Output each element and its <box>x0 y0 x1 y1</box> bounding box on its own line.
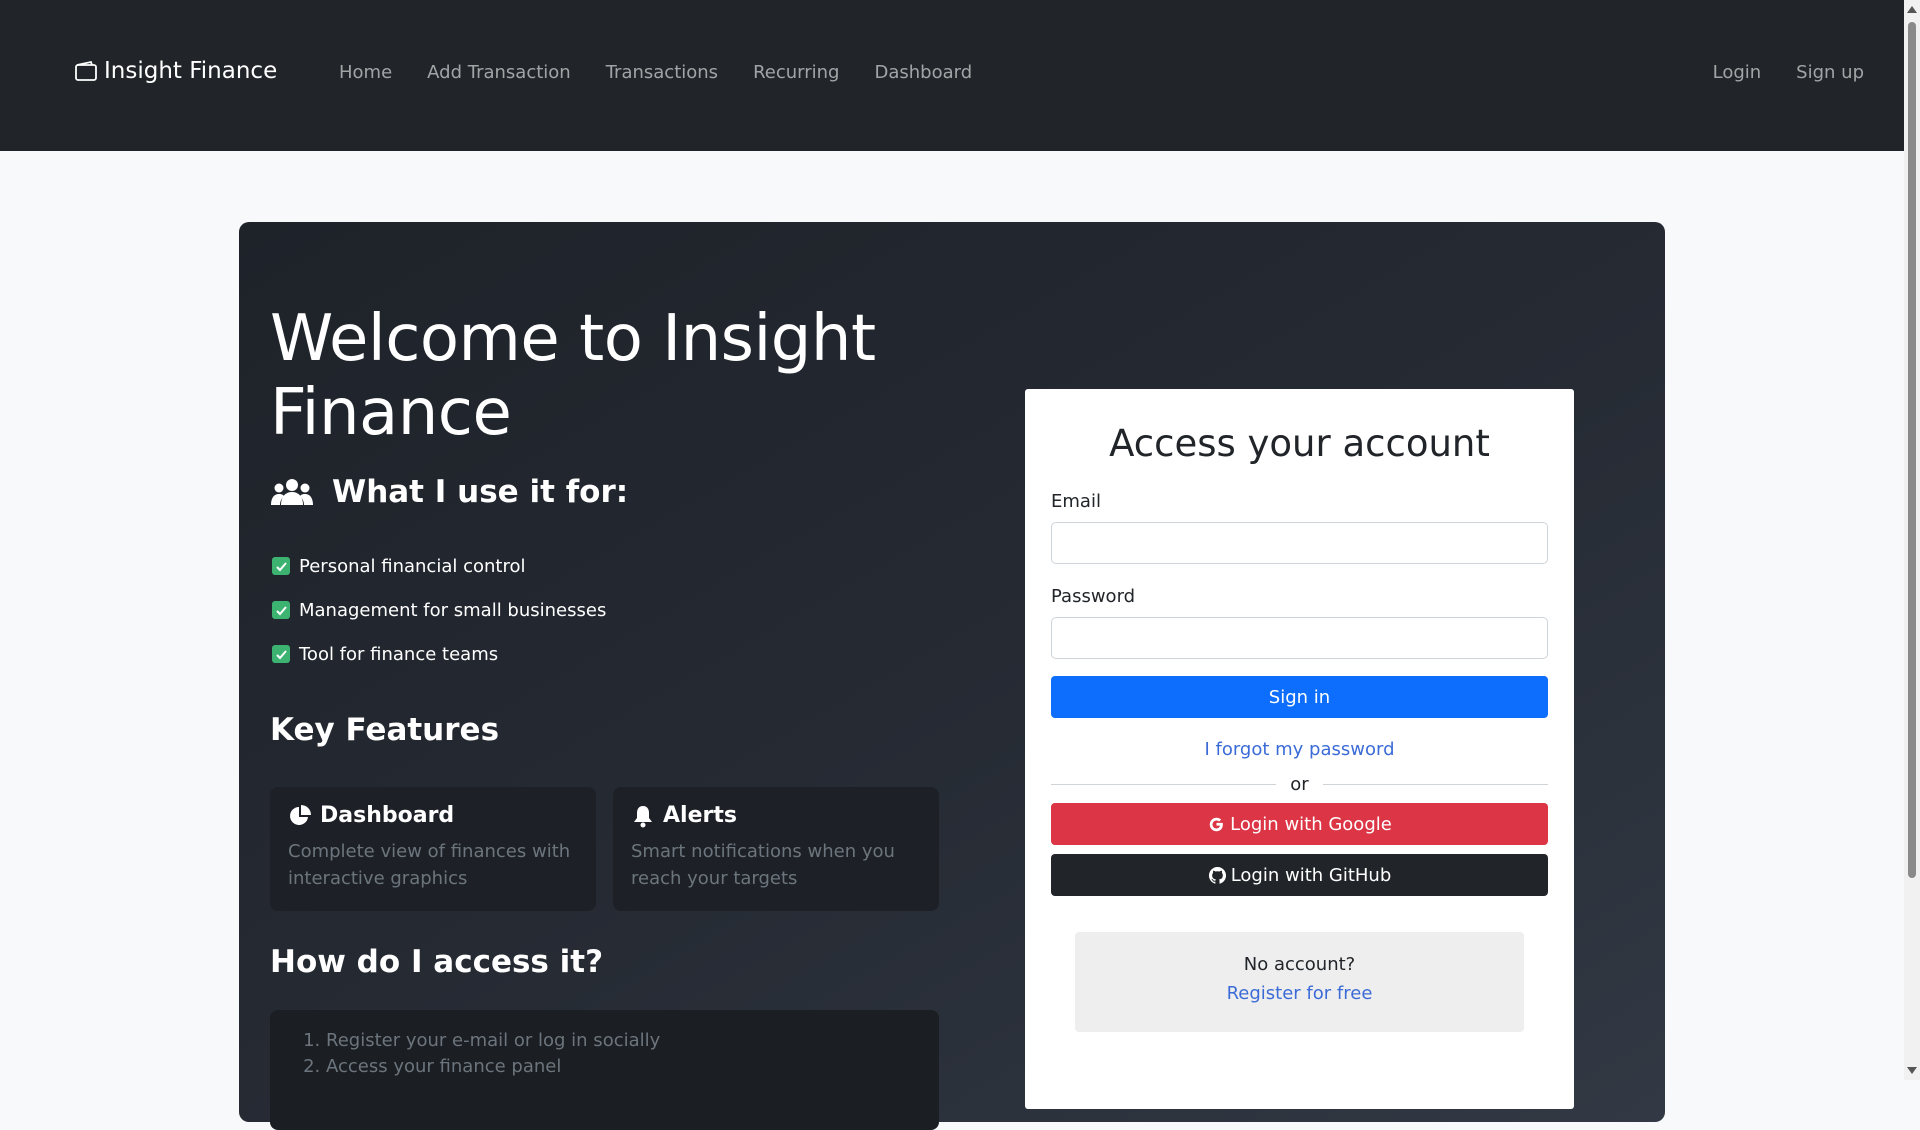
email-field[interactable] <box>1051 522 1548 564</box>
use-item: Tool for finance teams <box>272 632 606 676</box>
google-login-button[interactable]: Login with Google <box>1051 803 1548 845</box>
email-label: Email <box>1051 491 1101 512</box>
use-heading: What I use it for: <box>270 474 628 510</box>
step-item: Access your finance panel <box>326 1054 939 1080</box>
register-link[interactable]: Register for free <box>1075 983 1524 1004</box>
use-item: Personal financial control <box>272 544 606 588</box>
check-icon <box>272 645 290 663</box>
divider-line <box>1051 784 1277 785</box>
feature-title: Dashboard <box>320 803 455 828</box>
or-divider: or <box>1051 774 1549 795</box>
use-list: Personal financial control Management fo… <box>272 544 606 676</box>
page-scrollbar[interactable] <box>1904 0 1920 1080</box>
scroll-thumb[interactable] <box>1908 22 1916 878</box>
github-login-button[interactable]: Login with GitHub <box>1051 854 1548 896</box>
use-item-text: Management for small businesses <box>299 599 607 621</box>
access-title: How do I access it? <box>270 944 604 980</box>
divider-text: or <box>1290 774 1309 795</box>
github-login-label: Login with GitHub <box>1230 864 1392 886</box>
github-icon <box>1208 866 1226 884</box>
register-box: No account? Register for free <box>1075 932 1524 1032</box>
steps-box: Register your e-mail or log in socially … <box>270 1010 939 1130</box>
nav-recurring[interactable]: Recurring <box>753 62 839 83</box>
password-field[interactable] <box>1051 617 1548 659</box>
wallet-icon <box>75 60 97 81</box>
pie-chart-icon <box>290 804 311 825</box>
scroll-up-arrow-icon[interactable] <box>1907 6 1917 13</box>
google-login-label: Login with Google <box>1230 813 1392 835</box>
nav-auth-links: Login Sign up <box>1713 62 1864 83</box>
use-item: Management for small businesses <box>272 588 606 632</box>
feature-card-dashboard: Dashboard Complete view of finances with… <box>270 787 596 911</box>
check-icon <box>272 557 290 575</box>
check-icon <box>272 601 290 619</box>
forgot-password-link[interactable]: I forgot my password <box>1051 739 1548 760</box>
bell-icon <box>634 805 652 827</box>
brand-name: Insight Finance <box>104 58 278 84</box>
feature-title: Alerts <box>663 803 737 828</box>
feature-head: Alerts <box>631 803 921 828</box>
feature-head: Dashboard <box>288 803 578 828</box>
sign-in-button[interactable]: Sign in <box>1051 676 1548 718</box>
nav-add-transaction[interactable]: Add Transaction <box>427 62 571 83</box>
nav-transactions[interactable]: Transactions <box>606 62 718 83</box>
feature-desc: Complete view of finances with interacti… <box>288 841 571 889</box>
sign-in-label: Sign in <box>1268 686 1331 708</box>
feature-desc: Smart notifications when you reach your … <box>631 841 895 889</box>
nav-signup[interactable]: Sign up <box>1796 62 1864 83</box>
google-icon <box>1209 817 1224 831</box>
users-icon <box>271 479 313 505</box>
hero-title: Welcome to Insight Finance <box>270 302 876 450</box>
feature-card-alerts: Alerts Smart notifications when you reac… <box>613 787 939 911</box>
nav-login[interactable]: Login <box>1713 62 1762 83</box>
nav-home[interactable]: Home <box>339 62 392 83</box>
navbar: Insight Finance Home Add Transaction Tra… <box>0 0 1904 151</box>
use-item-text: Personal financial control <box>299 555 526 577</box>
key-features-title: Key Features <box>270 712 500 748</box>
nav-links: Home Add Transaction Transactions Recurr… <box>339 62 972 83</box>
steps-list: Register your e-mail or log in socially … <box>310 1028 939 1080</box>
login-card: Access your account Email Password Sign … <box>1025 389 1574 1109</box>
scroll-down-arrow-icon[interactable] <box>1907 1067 1917 1074</box>
divider-line <box>1322 784 1549 785</box>
nav-dashboard[interactable]: Dashboard <box>874 62 972 83</box>
use-heading-text: What I use it for: <box>332 474 629 510</box>
step-item: Register your e-mail or log in socially <box>326 1028 939 1054</box>
brand-link[interactable]: Insight Finance <box>74 58 277 84</box>
login-title: Access your account <box>1109 422 1490 465</box>
use-item-text: Tool for finance teams <box>299 643 499 665</box>
no-account-text: No account? <box>1243 954 1356 975</box>
password-label: Password <box>1051 586 1136 607</box>
